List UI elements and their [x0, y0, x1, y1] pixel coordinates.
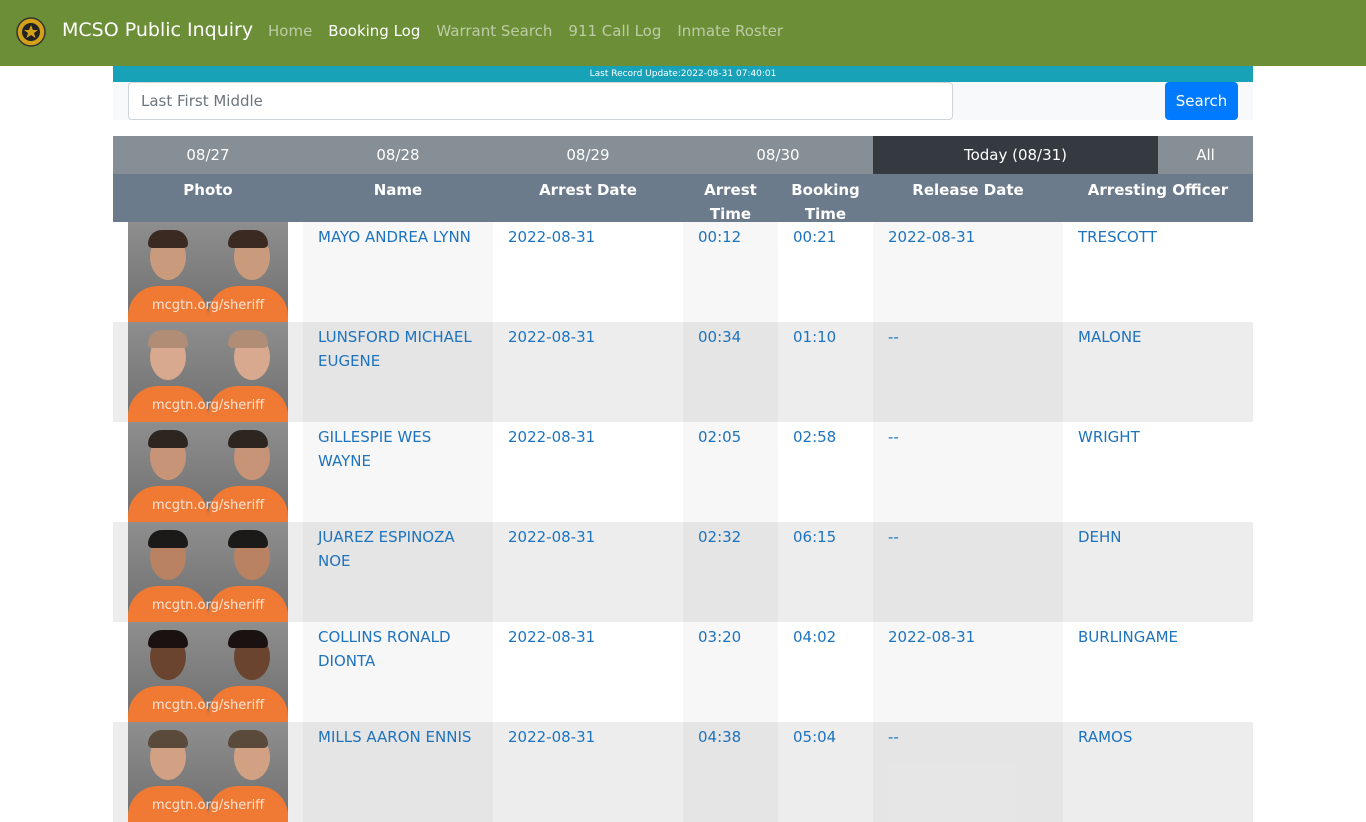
- top-navbar: MCSO Public Inquiry Home Booking Log War…: [0, 0, 1366, 66]
- release-date-link[interactable]: --: [873, 422, 1063, 522]
- photo-cell: mcgtn.org/sheriff: [113, 722, 303, 822]
- date-tabs: 08/27 08/28 08/29 08/30 Today (08/31) Al…: [113, 136, 1253, 174]
- table-row: mcgtn.org/sheriff MAYO ANDREA LYNN 2022-08…: [113, 222, 1253, 322]
- release-date-link[interactable]: --: [873, 522, 1063, 622]
- name-link[interactable]: MILLS AARON ENNIS: [303, 722, 493, 822]
- table-header: Photo Name Arrest Date Arrest Time Booki…: [113, 174, 1253, 223]
- last-update-banner: Last Record Update:2022-08-31 07:40:01: [113, 66, 1253, 82]
- release-date-link[interactable]: --: [873, 322, 1063, 422]
- photo-watermark: mcgtn.org/sheriff: [152, 298, 265, 313]
- booking-time-link[interactable]: 00:21: [778, 222, 873, 322]
- nav-link-booking-log[interactable]: Booking Log: [320, 22, 428, 40]
- nav-link-warrant-search[interactable]: Warrant Search: [428, 22, 560, 40]
- photo-cell: mcgtn.org/sheriff: [113, 322, 303, 422]
- booking-time-link[interactable]: 05:04: [778, 722, 873, 822]
- photo-cell: mcgtn.org/sheriff: [113, 222, 303, 322]
- search-row: Search: [113, 82, 1253, 120]
- tab-today[interactable]: Today (08/31): [873, 136, 1158, 174]
- name-search-input[interactable]: [128, 82, 953, 120]
- header-name: Name: [373, 181, 423, 199]
- tab-0829[interactable]: 08/29: [493, 136, 683, 174]
- name-link[interactable]: JUAREZ ESPINOZA NOE: [303, 522, 493, 622]
- table-row: mcgtn.org/sheriff MILLS AARON ENNIS 2022-0…: [113, 722, 1253, 822]
- mugshot-photo[interactable]: mcgtn.org/sheriff: [128, 222, 288, 322]
- header-photo: Photo: [183, 181, 233, 199]
- name-link[interactable]: LUNSFORD MICHAEL EUGENE: [303, 322, 493, 422]
- mugshot-photo[interactable]: mcgtn.org/sheriff: [128, 422, 288, 522]
- photo-watermark: mcgtn.org/sheriff: [152, 798, 265, 813]
- release-date-link[interactable]: --: [873, 722, 1063, 822]
- search-button[interactable]: Search: [1165, 82, 1238, 120]
- arrest-date-link[interactable]: 2022-08-31: [493, 622, 683, 722]
- photo-cell: mcgtn.org/sheriff: [113, 622, 303, 722]
- table-row: mcgtn.org/sheriff LUNSFORD MICHAEL EUGENE…: [113, 322, 1253, 422]
- photo-watermark: mcgtn.org/sheriff: [152, 498, 265, 513]
- photo-cell: mcgtn.org/sheriff: [113, 422, 303, 522]
- photo-cell: mcgtn.org/sheriff: [113, 522, 303, 622]
- table-row: mcgtn.org/sheriff JUAREZ ESPINOZA NOE 2022…: [113, 522, 1253, 622]
- tab-0830[interactable]: 08/30: [683, 136, 873, 174]
- arrest-date-link[interactable]: 2022-08-31: [493, 722, 683, 822]
- officer-link[interactable]: DEHN: [1063, 522, 1253, 622]
- arrest-time-link[interactable]: 00:12: [683, 222, 778, 322]
- nav-link-home[interactable]: Home: [260, 22, 320, 40]
- name-link[interactable]: MAYO ANDREA LYNN: [303, 222, 493, 322]
- release-date-link[interactable]: 2022-08-31: [873, 222, 1063, 322]
- name-link[interactable]: COLLINS RONALD DIONTA: [303, 622, 493, 722]
- tab-all[interactable]: All: [1158, 136, 1253, 174]
- tab-0828[interactable]: 08/28: [303, 136, 493, 174]
- booking-time-link[interactable]: 06:15: [778, 522, 873, 622]
- officer-link[interactable]: MALONE: [1063, 322, 1253, 422]
- header-arrest-date: Arrest Date: [539, 181, 637, 199]
- arrest-time-link[interactable]: 04:38: [683, 722, 778, 822]
- main-nav: Home Booking Log Warrant Search 911 Call…: [260, 22, 791, 40]
- officer-link[interactable]: TRESCOTT: [1063, 222, 1253, 322]
- arrest-time-link[interactable]: 03:20: [683, 622, 778, 722]
- header-booking-time: Booking Time: [791, 181, 860, 223]
- sheriff-badge-icon[interactable]: [16, 17, 46, 47]
- table-row: mcgtn.org/sheriff GILLESPIE WES WAYNE 2022…: [113, 422, 1253, 522]
- brand-title[interactable]: MCSO Public Inquiry: [62, 19, 253, 41]
- nav-link-911-call-log[interactable]: 911 Call Log: [560, 22, 669, 40]
- release-date-link[interactable]: 2022-08-31: [873, 622, 1063, 722]
- mugshot-photo[interactable]: mcgtn.org/sheriff: [128, 622, 288, 722]
- name-link[interactable]: GILLESPIE WES WAYNE: [303, 422, 493, 522]
- mugshot-photo[interactable]: mcgtn.org/sheriff: [128, 522, 288, 622]
- arrest-time-link[interactable]: 02:05: [683, 422, 778, 522]
- arrest-time-link[interactable]: 02:32: [683, 522, 778, 622]
- photo-watermark: mcgtn.org/sheriff: [152, 398, 265, 413]
- header-arresting-officer: Arresting Officer: [1087, 181, 1229, 199]
- photo-watermark: mcgtn.org/sheriff: [152, 698, 265, 713]
- table-row: mcgtn.org/sheriff COLLINS RONALD DIONTA 20…: [113, 622, 1253, 722]
- officer-link[interactable]: BURLINGAME: [1063, 622, 1253, 722]
- booking-time-link[interactable]: 02:58: [778, 422, 873, 522]
- mugshot-photo[interactable]: mcgtn.org/sheriff: [128, 322, 288, 422]
- arrest-date-link[interactable]: 2022-08-31: [493, 322, 683, 422]
- tab-0827[interactable]: 08/27: [113, 136, 303, 174]
- arrest-time-link[interactable]: 00:34: [683, 322, 778, 422]
- arrest-date-link[interactable]: 2022-08-31: [493, 222, 683, 322]
- photo-watermark: mcgtn.org/sheriff: [152, 598, 265, 613]
- booking-time-link[interactable]: 04:02: [778, 622, 873, 722]
- nav-link-inmate-roster[interactable]: Inmate Roster: [669, 22, 791, 40]
- booking-time-link[interactable]: 01:10: [778, 322, 873, 422]
- officer-link[interactable]: WRIGHT: [1063, 422, 1253, 522]
- header-arrest-time: Arrest Time: [704, 181, 757, 223]
- officer-link[interactable]: RAMOS: [1063, 722, 1253, 822]
- booking-table-body: mcgtn.org/sheriff MAYO ANDREA LYNN 2022-08…: [113, 222, 1253, 822]
- arrest-date-link[interactable]: 2022-08-31: [493, 522, 683, 622]
- header-release-date: Release Date: [912, 181, 1024, 199]
- mugshot-photo[interactable]: mcgtn.org/sheriff: [128, 722, 288, 822]
- arrest-date-link[interactable]: 2022-08-31: [493, 422, 683, 522]
